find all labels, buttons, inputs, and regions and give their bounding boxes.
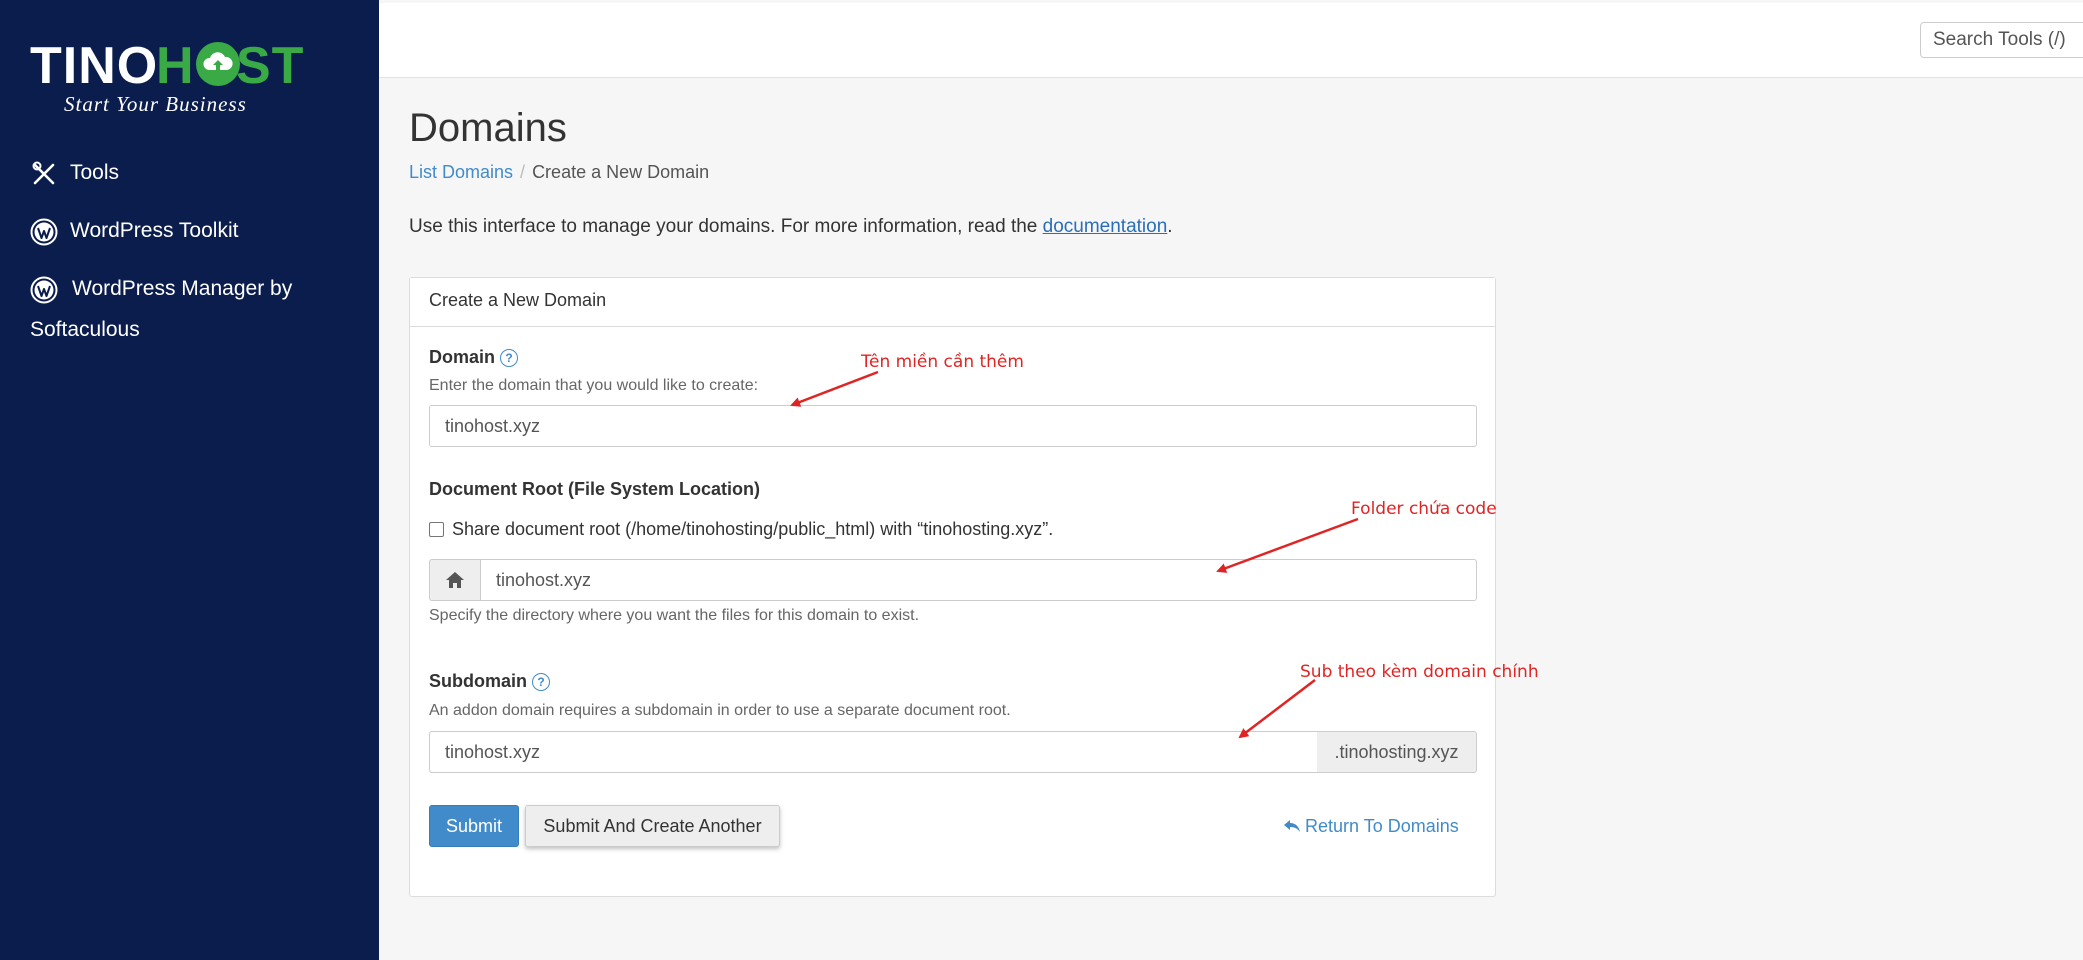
breadcrumb: List Domains / Create a New Domain	[409, 159, 709, 185]
breadcrumb-list-domains-link[interactable]: List Domains	[409, 162, 513, 182]
subdomain-suffix: .tinohosting.xyz	[1317, 731, 1477, 773]
tools-icon	[30, 160, 58, 188]
submit-button[interactable]: Submit	[429, 805, 519, 847]
submit-and-create-another-button[interactable]: Submit And Create Another	[525, 805, 780, 847]
panel-heading-title: Create a New Domain	[429, 290, 607, 310]
tinohost-logo[interactable]: TINO HOST Start Your Business	[30, 36, 303, 116]
document-root-label: Document Root (File System Location)	[429, 479, 761, 499]
share-document-root-row: Share document root (/home/tinohosting/p…	[429, 519, 1053, 540]
panel-heading: Create a New Domain	[410, 278, 1495, 327]
intro-text: Use this interface to manage your domain…	[409, 214, 1173, 240]
help-icon[interactable]: ?	[500, 349, 519, 367]
reply-arrow-icon	[1283, 815, 1301, 841]
intro-text-start: Use this interface to manage your domain…	[409, 216, 1043, 237]
help-icon[interactable]: ?	[532, 673, 550, 691]
cloud-upload-icon	[196, 42, 240, 86]
document-root-help-text: Specify the directory where you want the…	[429, 607, 920, 624]
breadcrumb-separator: /	[520, 162, 526, 182]
annotation-domain: Tên miền cần thêm	[861, 352, 1024, 372]
wordpress-icon	[30, 276, 58, 304]
sidebar-item-label-line2: Softaculous	[30, 318, 140, 341]
sidebar-item-label: WordPress Toolkit	[70, 219, 239, 242]
domain-help-text: Enter the domain that you would like to …	[429, 377, 759, 394]
logo-tagline: Start Your Business	[64, 92, 247, 116]
sidebar-item-label: WordPress Manager by	[72, 277, 293, 300]
document-root-input[interactable]: tinohost.xyz	[480, 559, 1477, 601]
subdomain-help-text: An addon domain requires a subdomain in …	[429, 702, 1011, 719]
home-icon	[445, 571, 465, 594]
wordpress-icon	[30, 218, 58, 246]
page-title: Domains	[409, 106, 567, 150]
subdomain-label: Subdomain?	[429, 671, 550, 692]
top-bar: Search Tools (/)	[379, 3, 2083, 78]
annotation-subdomain: Sub theo kèm domain chính	[1300, 662, 1539, 682]
breadcrumb-current: Create a New Domain	[532, 162, 710, 182]
return-to-domains-link[interactable]: Return To Domains	[1283, 813, 1459, 841]
intro-text-end: .	[1167, 216, 1173, 237]
domain-input[interactable]: tinohost.xyz	[429, 405, 1477, 447]
domain-label-text: Domain	[429, 347, 496, 367]
search-tools-input[interactable]: Search Tools (/)	[1920, 22, 2083, 58]
domain-label: Domain?	[429, 347, 519, 368]
annotation-folder: Folder chứa code	[1351, 499, 1497, 519]
home-addon	[429, 559, 480, 601]
documentation-link[interactable]: documentation	[1043, 216, 1168, 237]
return-to-domains-label[interactable]: Return To Domains	[1305, 816, 1459, 836]
subdomain-input[interactable]: tinohost.xyz	[429, 731, 1318, 773]
share-document-root-label[interactable]: Share document root (/home/tinohosting/p…	[452, 519, 1053, 539]
sidebar-item-label: Tools	[70, 161, 120, 184]
sidebar: TINO HOST Start Your Business Tools	[0, 0, 379, 960]
logo-text-tino: TINO	[30, 37, 159, 95]
subdomain-label-text: Subdomain	[429, 671, 527, 691]
share-document-root-checkbox[interactable]	[429, 522, 444, 537]
